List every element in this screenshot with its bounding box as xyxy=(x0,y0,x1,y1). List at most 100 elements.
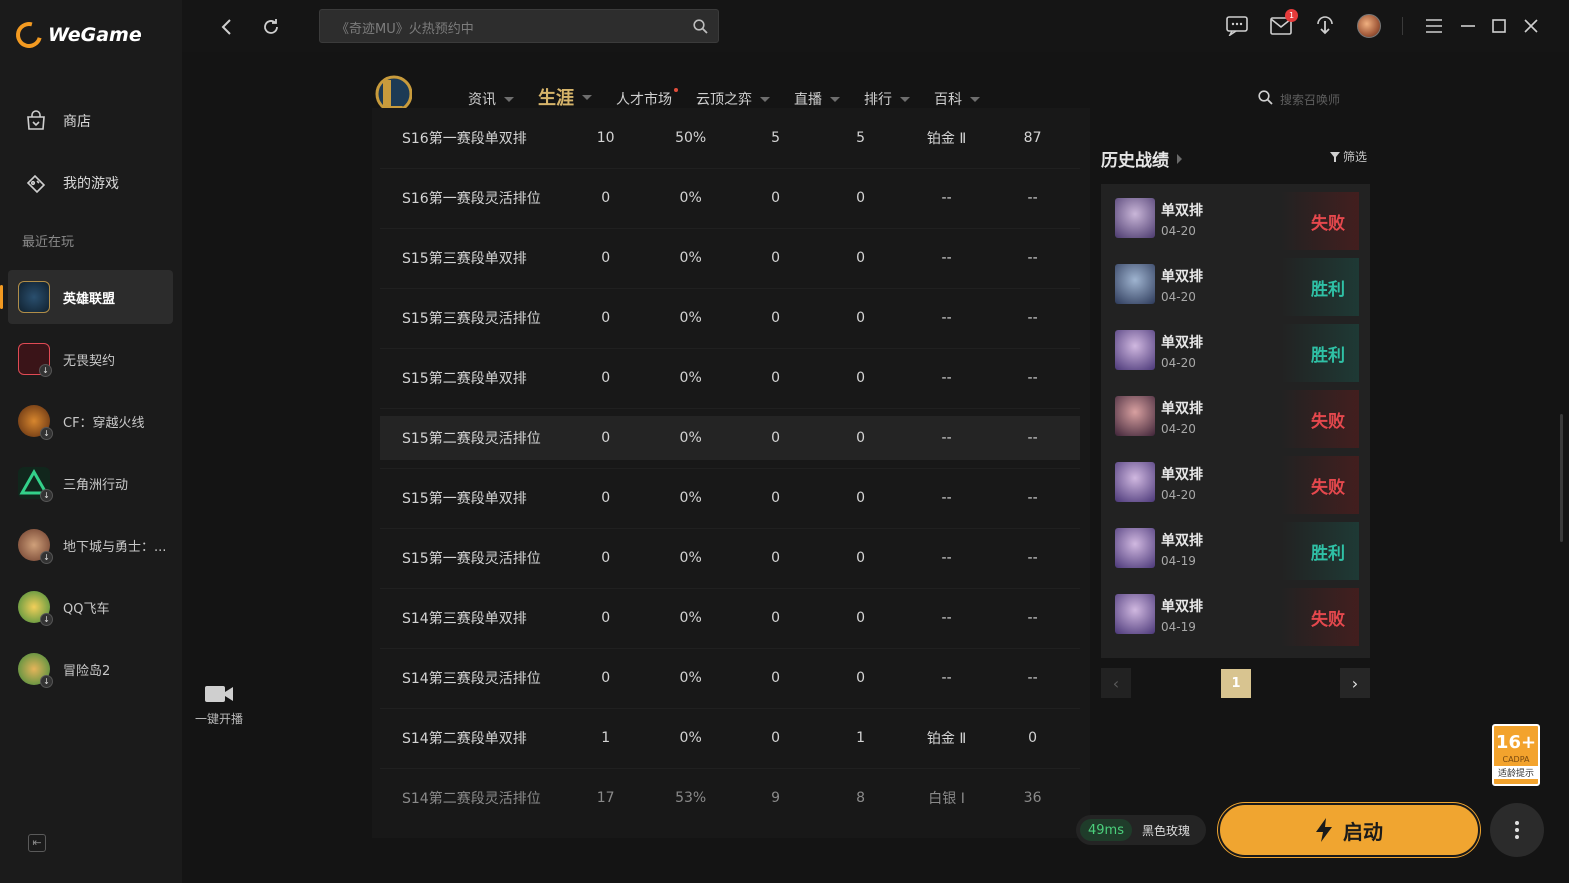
table-row[interactable]: S15第三赛段灵活排位 0 0% 0 0 -- -- xyxy=(380,296,1080,340)
table-cell-tier: -- xyxy=(941,430,952,446)
download-manager-icon[interactable] xyxy=(1312,13,1338,39)
match-date: 04-20 xyxy=(1161,488,1196,502)
match-item[interactable]: 单双排 04-20 失败 xyxy=(1101,184,1370,250)
match-item[interactable]: 单双排 04-20 胜利 xyxy=(1101,250,1370,316)
table-cell-winrate: 0% xyxy=(679,670,702,686)
global-search-input[interactable]: 《奇迹MU》火热预约中 xyxy=(319,9,719,43)
table-cell-points: 36 xyxy=(1023,790,1042,806)
chat-icon[interactable] xyxy=(1224,13,1250,39)
table-cell-games: 0 xyxy=(601,670,611,686)
sidebar-game-maplestory2[interactable]: ↓ 冒险岛2 xyxy=(8,642,173,696)
age-rating-badge: 16+ CADPA 适龄提示 xyxy=(1492,724,1540,786)
table-row[interactable]: S15第二赛段灵活排位 0 0% 0 0 -- -- xyxy=(380,416,1080,460)
sidebar-item-store[interactable]: 商店 xyxy=(8,94,173,148)
tab-talent-market[interactable]: 人才市场 xyxy=(616,88,678,110)
match-result: 失败 xyxy=(1281,390,1359,448)
tab-label: 百科 xyxy=(934,92,962,108)
filter-icon xyxy=(1330,151,1340,162)
table-row[interactable]: S15第一赛段灵活排位 0 0% 0 0 -- -- xyxy=(380,536,1080,580)
table-row[interactable]: S15第二赛段单双排 0 0% 0 0 -- -- xyxy=(380,356,1080,400)
dnf-icon: ↓ xyxy=(18,529,53,564)
user-avatar[interactable] xyxy=(1356,13,1382,39)
maximize-icon[interactable] xyxy=(1486,13,1512,39)
table-row[interactable]: S14第二赛段单双排 1 0% 0 1 铂金 Ⅱ 0 xyxy=(380,716,1080,760)
sidebar-game-dnf[interactable]: ↓ 地下城与勇士：... xyxy=(8,518,173,572)
tab-label: 人才市场 xyxy=(616,92,672,108)
table-cell-points: -- xyxy=(1027,550,1038,566)
table-row[interactable]: S16第一赛段单双排 10 50% 5 5 铂金 Ⅱ 87 xyxy=(380,116,1080,160)
tab-wiki[interactable]: 百科 xyxy=(934,88,980,110)
wegame-window: WeGame 商店 我的游戏 最近在玩 英雄联盟 ↓ 无畏契约 ↓ CF：穿越火… xyxy=(0,0,1569,883)
match-date: 04-20 xyxy=(1161,356,1196,370)
history-title[interactable]: 历史战绩 xyxy=(1101,146,1182,171)
tab-tft[interactable]: 云顶之弈 xyxy=(696,88,770,110)
table-cell-season: S15第三赛段单双排 xyxy=(402,251,527,267)
tab-career[interactable]: 生涯 xyxy=(538,84,592,116)
mail-badge: 1 xyxy=(1285,9,1298,22)
collapse-sidebar-icon[interactable]: ⇤ xyxy=(28,834,46,852)
champion-avatar xyxy=(1115,594,1155,634)
server-selector[interactable]: 49ms 黑色玫瑰 xyxy=(1076,815,1206,845)
sidebar-game-label: 无畏契约 xyxy=(63,353,116,369)
tab-ranking[interactable]: 排行 xyxy=(864,88,910,110)
table-cell-losses: 0 xyxy=(856,370,866,386)
page-number[interactable]: 1 xyxy=(1221,669,1251,698)
sidebar-game-qq-speed[interactable]: ↓ QQ飞车 xyxy=(8,580,173,634)
avatar xyxy=(1357,14,1381,38)
lol-icon xyxy=(18,281,50,313)
download-icon: ↓ xyxy=(40,675,53,688)
match-item[interactable]: 单双排 04-20 失败 xyxy=(1101,382,1370,448)
table-cell-tier: -- xyxy=(941,670,952,686)
scrollbar[interactable] xyxy=(1560,414,1563,542)
prev-page-button[interactable]: ‹ xyxy=(1101,668,1131,698)
tab-label: 排行 xyxy=(864,92,892,108)
back-icon[interactable] xyxy=(214,14,240,40)
table-cell-wins: 0 xyxy=(771,430,781,446)
table-row[interactable]: S15第一赛段单双排 0 0% 0 0 -- -- xyxy=(380,476,1080,520)
match-item[interactable]: 单双排 04-19 失败 xyxy=(1101,580,1370,646)
table-cell-tier: -- xyxy=(941,310,952,326)
table-row[interactable]: S16第一赛段灵活排位 0 0% 0 0 -- -- xyxy=(380,176,1080,220)
more-vertical-icon xyxy=(1515,821,1519,839)
row-divider xyxy=(380,348,1080,349)
match-queue: 单双排 xyxy=(1161,203,1203,219)
table-row[interactable]: S14第三赛段灵活排位 0 0% 0 0 -- -- xyxy=(380,656,1080,700)
table-cell-tier: 白银 Ⅰ xyxy=(928,791,965,807)
wegame-logo[interactable]: WeGame xyxy=(11,17,142,53)
table-row[interactable]: S14第三赛段单双排 0 0% 0 0 -- -- xyxy=(380,596,1080,640)
match-item[interactable]: 单双排 04-19 胜利 xyxy=(1101,514,1370,580)
menu-icon[interactable] xyxy=(1421,13,1447,39)
more-options-button[interactable] xyxy=(1490,803,1544,857)
tab-live[interactable]: 直播 xyxy=(794,88,840,110)
match-item[interactable]: 单双排 04-20 胜利 xyxy=(1101,316,1370,382)
sidebar-game-delta-force[interactable]: ↓ 三角洲行动 xyxy=(8,456,173,510)
row-divider xyxy=(380,648,1080,649)
sidebar-game-cf[interactable]: ↓ CF：穿越火线 xyxy=(8,394,173,448)
launch-button[interactable]: 启动 xyxy=(1218,803,1480,857)
live-broadcast-button[interactable]: 一键开播 xyxy=(190,684,248,727)
match-item[interactable]: 单双排 04-20 失败 xyxy=(1101,448,1370,514)
champion-avatar xyxy=(1115,462,1155,502)
age-rating-number: 16+ xyxy=(1495,732,1537,753)
refresh-icon[interactable] xyxy=(258,14,284,40)
tab-news[interactable]: 资讯 xyxy=(468,88,514,110)
filter-button[interactable]: 筛选 xyxy=(1330,148,1367,165)
minimize-icon[interactable] xyxy=(1455,13,1481,39)
search-icon[interactable] xyxy=(693,19,708,38)
lol-tabs: 资讯 生涯 人才市场 云顶之弈 直播 排行 百科 xyxy=(468,88,1004,116)
sidebar-item-my-games[interactable]: 我的游戏 xyxy=(8,156,173,210)
summoner-search-input[interactable]: 搜索召唤师 xyxy=(1258,90,1340,108)
sidebar-game-valorant[interactable]: ↓ 无畏契约 xyxy=(8,332,173,386)
close-icon[interactable] xyxy=(1518,13,1544,39)
next-page-button[interactable]: › xyxy=(1340,668,1370,698)
mail-icon[interactable]: 1 xyxy=(1268,9,1298,39)
table-cell-season: S15第三赛段灵活排位 xyxy=(402,311,541,327)
chevron-right-icon xyxy=(1177,153,1182,164)
table-cell-wins: 9 xyxy=(771,790,781,806)
chevron-down-icon xyxy=(830,96,840,102)
table-cell-games: 10 xyxy=(596,130,615,146)
table-row[interactable]: S15第三赛段单双排 0 0% 0 0 -- -- xyxy=(380,236,1080,280)
sidebar-game-lol[interactable]: 英雄联盟 xyxy=(0,270,173,324)
table-cell-points: -- xyxy=(1027,370,1038,386)
table-row[interactable]: S14第二赛段灵活排位 17 53% 9 8 白银 Ⅰ 36 xyxy=(380,776,1080,820)
